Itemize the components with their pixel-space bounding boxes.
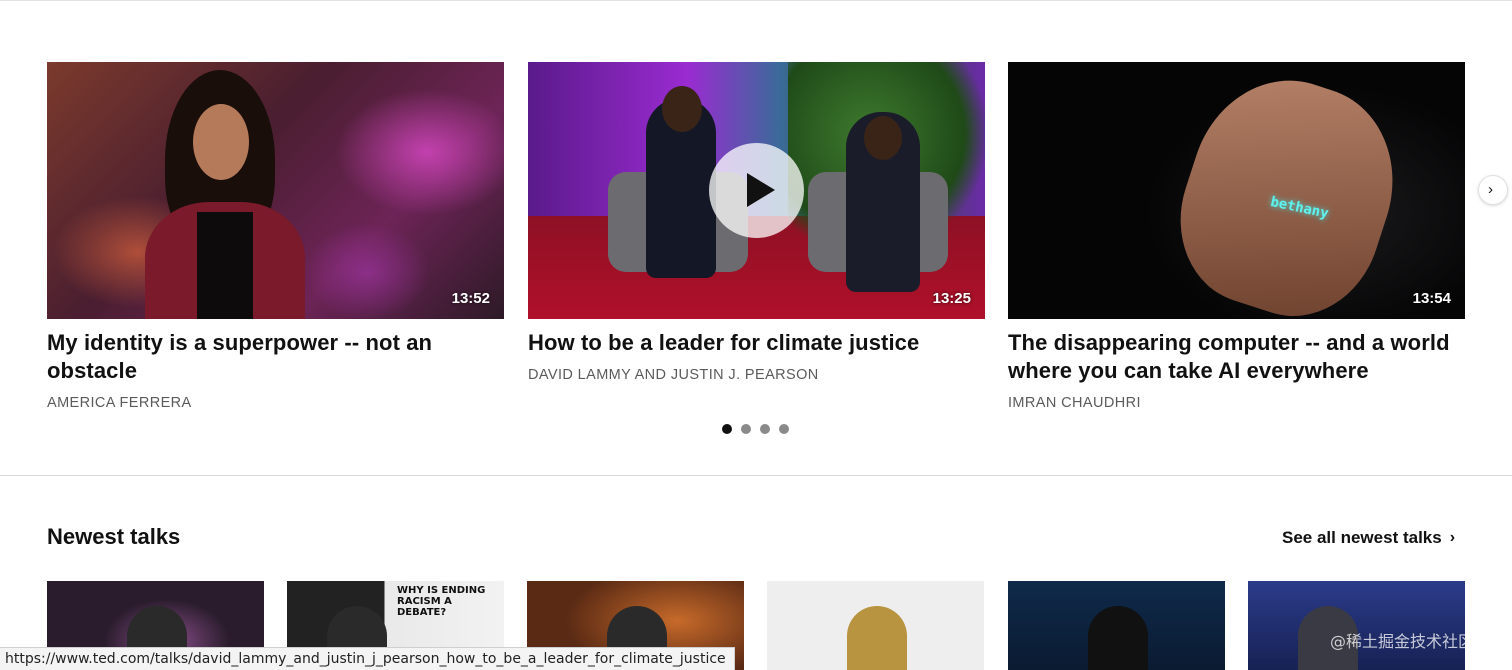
chevron-right-icon: › bbox=[1449, 529, 1456, 546]
newest-talk-thumbnail[interactable] bbox=[767, 581, 984, 670]
talk-thumbnail[interactable]: 13:52 bbox=[47, 62, 504, 319]
carousel-next-button[interactable]: › bbox=[1478, 175, 1508, 205]
watermark: @稀土掘金技术社区 bbox=[1330, 632, 1475, 651]
carousel-pagination bbox=[722, 424, 789, 436]
carousel-dot[interactable] bbox=[741, 424, 751, 434]
carousel-dot[interactable] bbox=[779, 424, 789, 434]
talk-title-link[interactable]: My identity is a superpower -- not an ob… bbox=[47, 329, 504, 385]
section-title: Newest talks bbox=[47, 524, 181, 549]
speaker-photo bbox=[47, 62, 504, 319]
talk-title-link[interactable]: The disappearing computer -- and a world… bbox=[1008, 329, 1465, 385]
duration-badge: 13:54 bbox=[1412, 290, 1451, 307]
speaker-name: DAVID LAMMY AND JUSTIN J. PEARSON bbox=[528, 367, 819, 383]
chevron-right-icon: › bbox=[1488, 181, 1493, 198]
status-bar-url: https://www.ted.com/talks/david_lammy_an… bbox=[0, 647, 735, 670]
see-all-label: See all newest talks bbox=[1282, 528, 1442, 547]
speaker-name: AMERICA FERRERA bbox=[47, 395, 192, 411]
duration-badge: 13:25 bbox=[932, 290, 971, 307]
see-all-newest-link[interactable]: See all newest talks › bbox=[1282, 528, 1455, 548]
speaker-name: IMRAN CHAUDHRI bbox=[1008, 395, 1141, 411]
talk-thumbnail[interactable]: bethany 13:54 bbox=[1008, 62, 1465, 319]
newest-talk-thumbnail[interactable] bbox=[1248, 581, 1465, 670]
duration-badge: 13:52 bbox=[451, 290, 490, 307]
talk-title-link[interactable]: How to be a leader for climate justice bbox=[528, 329, 985, 357]
carousel-dot[interactable] bbox=[760, 424, 770, 434]
talk-thumbnail[interactable]: 13:25 bbox=[528, 62, 985, 319]
featured-talk-card[interactable]: 13:25 How to be a leader for climate jus… bbox=[528, 62, 985, 383]
play-icon[interactable] bbox=[709, 143, 804, 238]
carousel-dot[interactable] bbox=[722, 424, 732, 434]
section-divider bbox=[0, 475, 1512, 476]
newest-talk-thumbnail[interactable] bbox=[1008, 581, 1225, 670]
protest-sign-text: WHY IS ENDING RACISM A DEBATE? bbox=[397, 585, 486, 618]
featured-carousel: 13:52 My identity is a superpower -- not… bbox=[0, 0, 1512, 476]
hand-projection-photo: bethany bbox=[1008, 62, 1465, 319]
featured-talk-card[interactable]: 13:52 My identity is a superpower -- not… bbox=[47, 62, 504, 411]
featured-talk-card[interactable]: bethany 13:54 The disappearing computer … bbox=[1008, 62, 1465, 411]
